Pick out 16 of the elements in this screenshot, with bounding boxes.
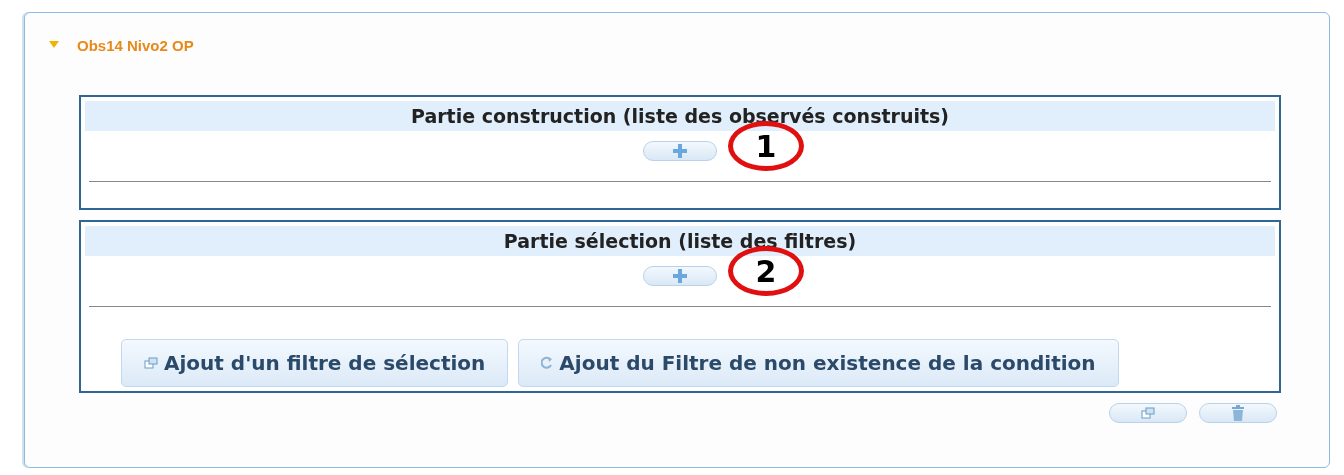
expand-toggle-icon[interactable] xyxy=(49,41,59,49)
add-button[interactable] xyxy=(643,141,717,161)
delete-button[interactable] xyxy=(1199,403,1277,423)
add-filter-button[interactable]: Ajout du Filtre de non existence de la condition xyxy=(518,339,1119,387)
add-filter-button[interactable]: Ajout d'un filtre de sélection xyxy=(121,339,509,387)
plus-icon xyxy=(673,144,687,158)
trash-icon xyxy=(1231,405,1245,421)
section-title: Partie sélection (liste des filtres) xyxy=(85,226,1275,256)
duplicate-button[interactable] xyxy=(1109,403,1187,423)
copy-icon xyxy=(144,357,158,369)
refresh-icon xyxy=(541,356,554,370)
panel-title: Obs14 Nivo2 OP xyxy=(77,36,194,54)
add-button[interactable] xyxy=(643,266,717,286)
section-title: Partie construction (liste des observés construits) xyxy=(85,101,1275,131)
copy-icon xyxy=(1141,407,1155,419)
plus-icon xyxy=(673,269,687,283)
